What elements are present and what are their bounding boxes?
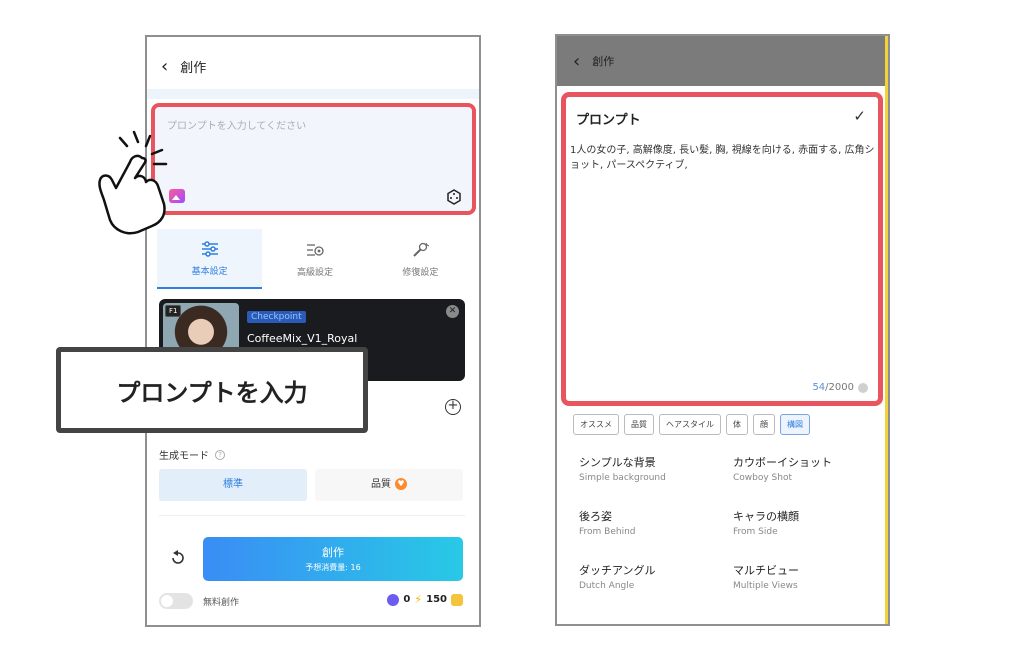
prompt-placeholder: プロンプトを入力してください [167, 121, 307, 132]
divider [159, 515, 465, 516]
suggestion-en: Multiple Views [733, 581, 798, 591]
help-icon[interactable]: ? [215, 449, 225, 460]
coin-icon [387, 593, 400, 606]
prompt-editor[interactable]: プロンプト ✓ 1人の女の子, 高解像度, 長い髪, 胸, 視線を向ける, 赤面… [561, 92, 883, 406]
suggestion-item[interactable]: マルチビュー Multiple Views [733, 562, 873, 591]
prompt-textarea[interactable]: 1人の女の子, 高解像度, 長い髪, 胸, 視線を向ける, 赤面する, 広角ショ… [570, 143, 880, 173]
page-title: 創作 [180, 60, 207, 76]
clear-icon[interactable] [858, 382, 868, 393]
chip-face[interactable]: 顔 [753, 414, 775, 435]
suggestion-en: Cowboy Shot [733, 473, 793, 483]
suggestion-item[interactable]: カウボーイショット Cowboy Shot [733, 454, 873, 483]
suggestion-ja: マルチビュー [733, 564, 799, 577]
prompt-title: プロンプト [576, 113, 641, 128]
chip-recommended[interactable]: オススメ [573, 414, 619, 435]
chip-body[interactable]: 体 [726, 414, 748, 435]
chip-quality[interactable]: 品質 [624, 414, 654, 435]
tab-advanced-settings[interactable]: 高級設定 [262, 229, 367, 289]
edge-accent [885, 36, 888, 624]
suggestion-ja: ダッチアングル [579, 564, 656, 577]
suggestion-item[interactable]: キャラの横顔 From Side [733, 508, 873, 537]
close-icon[interactable]: ✕ [446, 305, 459, 318]
suggestion-ja: キャラの横顔 [733, 510, 799, 523]
back-chevron-icon[interactable]: ‹ [573, 51, 580, 72]
tab-label: 高級設定 [296, 267, 333, 278]
tab-basic-settings[interactable]: 基本設定 [157, 229, 263, 289]
prompt-input[interactable]: プロンプトを入力してください [151, 103, 476, 215]
char-count-current: 54 [812, 382, 826, 393]
suggestion-en: Dutch Angle [579, 581, 635, 591]
suggestion-ja: カウボーイショット [733, 456, 832, 469]
reset-icon[interactable] [169, 549, 187, 567]
create-screen-left: ‹ 創作 プロンプトを入力してください 基本設定 高級設定 修復設定 F1 Ch… [145, 35, 481, 627]
suggestion-ja: 後ろ姿 [579, 510, 612, 523]
tab-label: 修復設定 [402, 267, 439, 278]
create-button[interactable]: 創作 予想消費量: 16 [203, 537, 463, 581]
header: ‹ 創作 [147, 37, 479, 95]
chip-hairstyle[interactable]: ヘアスタイル [659, 414, 721, 435]
settings-tabs: 基本設定 高級設定 修復設定 [157, 229, 473, 289]
tab-label: 基本設定 [191, 266, 228, 277]
random-dice-icon[interactable] [446, 189, 462, 205]
prompt-editor-screen: ‹ 創作 プロンプト ✓ 1人の女の子, 高解像度, 長い髪, 胸, 視線を向け… [555, 34, 890, 626]
lightning-icon: ⚡ [414, 593, 423, 606]
create-button-cost: 予想消費量: 16 [305, 563, 361, 572]
tap-hand-icon [98, 130, 168, 235]
tag-category-chips: オススメ 品質 ヘアスタイル 体 顔 構図 [573, 414, 810, 435]
settings-gear-icon [306, 243, 324, 256]
wrench-icon [413, 242, 430, 257]
balance: 0 ⚡ 150 [387, 593, 463, 606]
tab-repair-settings[interactable]: 修復設定 [368, 229, 473, 289]
checkpoint-tag: Checkpoint [247, 311, 306, 323]
sliders-icon [201, 240, 218, 257]
char-count-max: /2000 [825, 382, 854, 393]
suggestion-item[interactable]: ダッチアングル Dutch Angle [579, 562, 719, 591]
suggestion-en: From Behind [579, 527, 636, 537]
generation-mode-label: 生成モード [159, 451, 209, 462]
header: ‹ 創作 [557, 36, 888, 86]
checkpoint-name: CoffeeMix_V1_Royal [247, 332, 358, 345]
mode-standard-button[interactable]: 標準 [159, 469, 307, 501]
suggestion-en: Simple background [579, 473, 666, 483]
char-counter: 54/2000 [812, 382, 868, 393]
page-title: 創作 [592, 55, 615, 68]
mode-quality-label: 品質 [371, 479, 391, 490]
fire-icon: ♥ [395, 478, 407, 490]
suggestion-item[interactable]: シンプルな背景 Simple background [579, 454, 719, 483]
header-divider [147, 89, 479, 99]
add-lora-plus-icon[interactable]: + [445, 399, 461, 415]
suggestion-item[interactable]: 後ろ姿 From Behind [579, 508, 719, 537]
energy-count: 150 [426, 594, 447, 605]
generation-mode-heading: 生成モード ? [159, 447, 225, 462]
chip-composition[interactable]: 構図 [780, 414, 810, 435]
create-button-label: 創作 [322, 546, 344, 559]
checkpoint-badge: F1 [165, 305, 182, 317]
add-credit-icon[interactable] [451, 593, 463, 606]
suggestion-en: From Side [733, 527, 778, 537]
callout-label: プロンプトを入力 [56, 347, 368, 433]
mode-quality-button[interactable]: 品質 ♥ [315, 469, 463, 501]
suggestion-ja: シンプルな背景 [579, 456, 656, 469]
free-creation-label: 無料創作 [203, 598, 240, 608]
check-icon[interactable]: ✓ [853, 107, 866, 125]
back-chevron-icon[interactable]: ‹ [161, 56, 168, 77]
free-creation-toggle[interactable] [159, 593, 193, 609]
coin-count: 0 [403, 594, 411, 605]
